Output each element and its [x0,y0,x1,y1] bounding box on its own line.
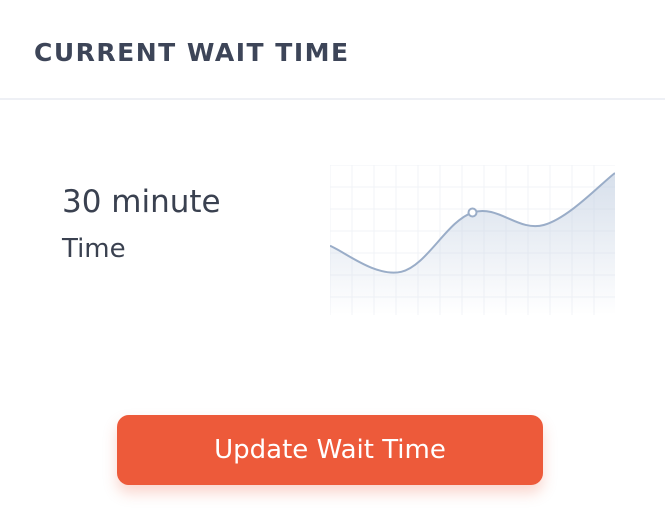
wait-time-sparkline [330,165,615,315]
wait-time-label: Time [62,234,126,264]
wait-time-card: CURRENT WAIT TIME 30 minute Time Update … [0,0,665,520]
sparkline-highlight-point [467,207,478,218]
card-title: CURRENT WAIT TIME [34,38,350,67]
update-wait-time-button[interactable]: Update Wait Time [117,415,543,485]
card-header: CURRENT WAIT TIME [0,0,665,100]
wait-time-value: 30 minute [62,184,221,220]
